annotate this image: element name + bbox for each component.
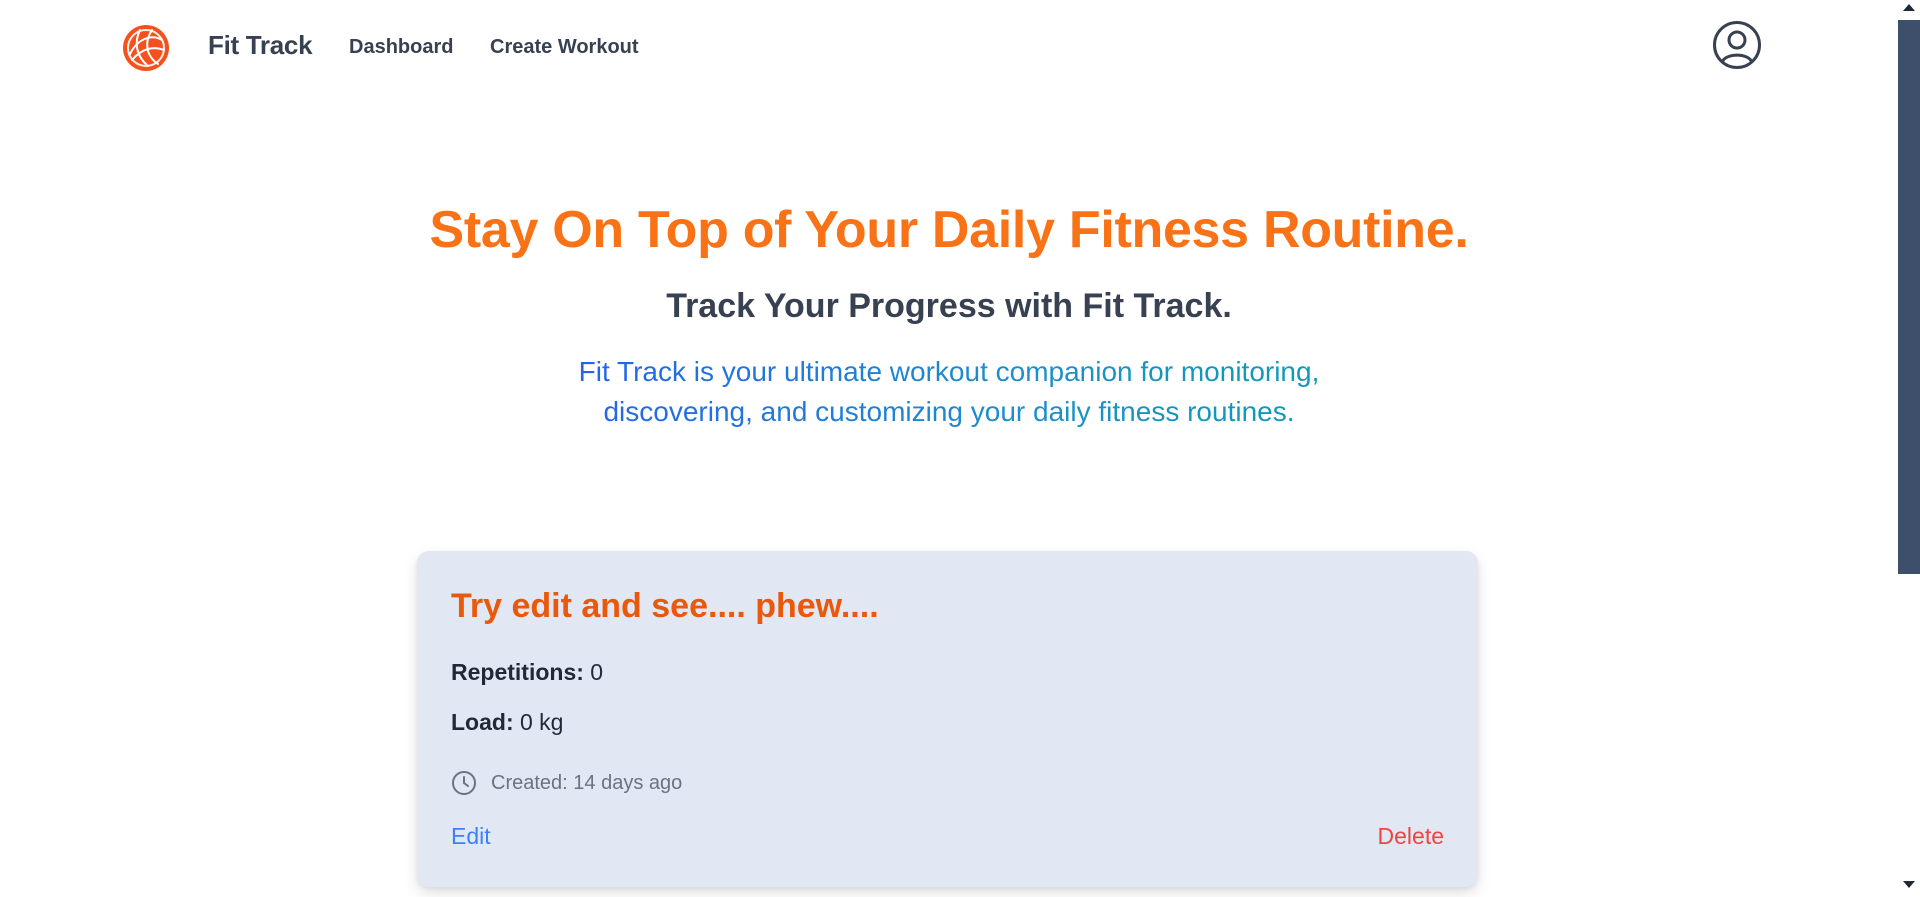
hero-description: Fit Track is your ultimate workout compa…	[574, 352, 1324, 432]
delete-button[interactable]: Delete	[1378, 823, 1444, 850]
scrollbar-thumb[interactable]	[1898, 20, 1920, 574]
repetitions-value: 0	[590, 659, 604, 685]
repetitions-row: Repetitions: 0	[451, 659, 603, 686]
nav-dashboard-link[interactable]: Dashboard	[349, 36, 453, 59]
nav-create-workout-link[interactable]: Create Workout	[490, 36, 639, 59]
workout-title: Try edit and see.... phew....	[451, 587, 879, 625]
hero-title: Stay On Top of Your Daily Fitness Routin…	[429, 201, 1469, 259]
user-circle-icon[interactable]	[1712, 20, 1762, 70]
workout-card: Try edit and see.... phew.... Repetition…	[417, 551, 1478, 887]
brand-link[interactable]: Fit Track	[208, 30, 313, 61]
navbar: Fit Track Dashboard Create Workout	[0, 0, 1898, 95]
created-info: Created: 14 days ago	[451, 769, 682, 797]
hero-subtitle: Track Your Progress with Fit Track.	[666, 287, 1232, 325]
load-row: Load: 0 kg	[451, 709, 563, 736]
scroll-up-arrow-icon[interactable]	[1903, 4, 1915, 11]
scroll-down-arrow-icon[interactable]	[1903, 881, 1915, 888]
edit-button[interactable]: Edit	[451, 823, 491, 850]
repetitions-label: Repetitions:	[451, 659, 584, 685]
globe-logo-icon[interactable]	[122, 24, 170, 72]
load-label: Load:	[451, 709, 514, 735]
load-value: 0 kg	[520, 709, 564, 735]
created-text: Created: 14 days ago	[491, 771, 683, 794]
page: Fit Track Dashboard Create Workout Stay …	[0, 0, 1920, 897]
clock-icon	[452, 771, 476, 795]
vertical-scrollbar[interactable]	[1898, 0, 1920, 897]
